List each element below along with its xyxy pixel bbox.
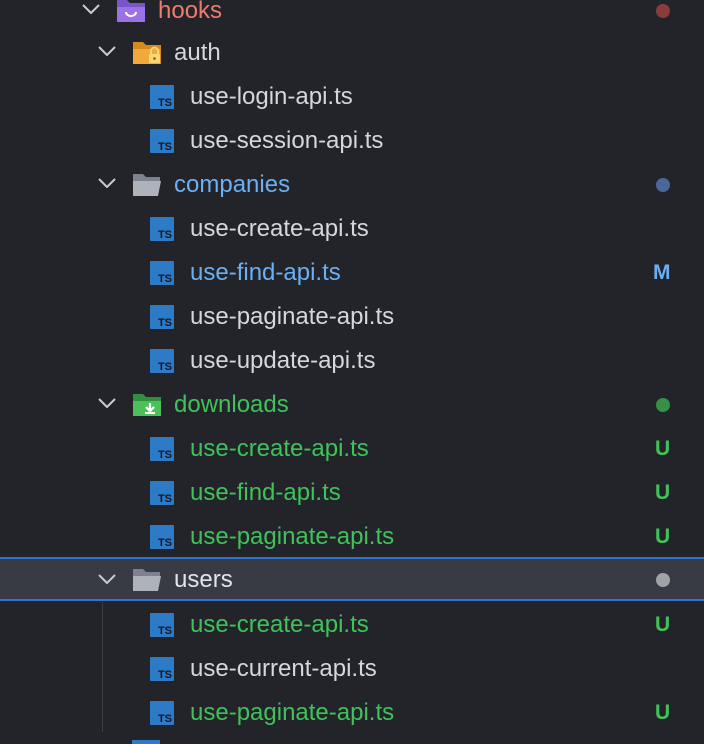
typescript-file-icon: TS — [150, 85, 174, 109]
folder-label-hooks: hooks — [158, 0, 223, 24]
git-status-dot — [656, 573, 670, 587]
download-folder-icon — [133, 394, 161, 416]
folder-label-companies: companies — [174, 171, 291, 198]
file-label: use-find-api.ts — [190, 479, 341, 506]
file-row[interactable]: TS use-create-api.ts U — [0, 427, 704, 471]
git-untracked-badge: U — [655, 701, 671, 724]
typescript-file-icon: TS — [150, 129, 174, 153]
file-label: use-create-api.ts — [190, 435, 369, 462]
file-row[interactable]: TS use-find-api.ts U — [0, 471, 704, 515]
git-modified-badge: M — [653, 261, 671, 284]
file-label: use-paginate-api.ts — [190, 699, 395, 726]
folder-row-companies[interactable]: companies — [0, 163, 704, 207]
hooks-folder-icon — [117, 0, 145, 22]
chevron-down-icon[interactable] — [98, 178, 116, 188]
typescript-file-icon: TS — [150, 217, 174, 241]
git-status-dot — [656, 4, 670, 18]
folder-label-users: users — [174, 566, 233, 593]
open-folder-icon — [133, 174, 161, 196]
git-status-dot — [656, 178, 670, 192]
typescript-file-icon: TS — [150, 701, 174, 725]
file-row[interactable]: TS use-paginate-api.ts U — [0, 515, 704, 559]
typescript-file-icon: TS — [150, 613, 174, 637]
git-untracked-badge: U — [655, 437, 671, 460]
chevron-down-icon[interactable] — [98, 46, 116, 56]
folder-row-downloads[interactable]: downloads — [0, 383, 704, 427]
typescript-file-icon: TS — [150, 437, 174, 461]
file-label: use-session-api.ts — [190, 127, 384, 154]
file-label: use-create-api.ts — [190, 611, 369, 638]
file-label: use-paginate-api.ts — [190, 303, 395, 330]
lock-folder-icon — [133, 42, 161, 64]
file-label: use-login-api.ts — [190, 83, 353, 110]
git-status-dot — [656, 398, 670, 412]
file-row[interactable]: TS use-create-api.ts — [0, 207, 704, 251]
git-untracked-badge: U — [655, 613, 671, 636]
file-label: use-create-api.ts — [190, 215, 369, 242]
file-row[interactable]: TS use-login-api.ts — [0, 75, 704, 119]
typescript-file-icon: TS — [150, 657, 174, 681]
file-row[interactable]: TS use-find-api.ts M — [0, 251, 704, 295]
file-row[interactable]: TS use-session-api.ts — [0, 119, 704, 163]
open-folder-icon — [133, 569, 161, 591]
chevron-down-icon[interactable] — [82, 4, 100, 14]
file-label: use-paginate-api.ts — [190, 523, 395, 550]
chevron-down-icon[interactable] — [98, 574, 116, 584]
folder-row-hooks[interactable]: hooks — [0, 0, 704, 33]
chevron-down-icon[interactable] — [98, 398, 116, 408]
git-untracked-badge: U — [655, 481, 671, 504]
file-row[interactable]: TS use-update-api.ts — [0, 339, 704, 383]
file-label: use-update-api.ts — [190, 347, 376, 374]
typescript-file-icon: TS — [150, 349, 174, 373]
file-row[interactable]: TS use-current-api.ts — [0, 647, 704, 691]
file-row[interactable]: TS use-create-api.ts U — [0, 603, 704, 647]
folder-label-downloads: downloads — [174, 391, 289, 418]
file-row[interactable]: TS use-paginate-api.ts — [0, 295, 704, 339]
typescript-file-icon — [132, 740, 160, 744]
typescript-file-icon: TS — [150, 305, 174, 329]
typescript-file-icon: TS — [150, 261, 174, 285]
folder-row-auth[interactable]: auth — [0, 31, 704, 75]
file-row[interactable]: TS use-paginate-api.ts U — [0, 691, 704, 735]
typescript-file-icon: TS — [150, 525, 174, 549]
typescript-file-icon: TS — [150, 481, 174, 505]
file-label: use-find-api.ts — [190, 259, 341, 286]
git-untracked-badge: U — [655, 525, 671, 548]
file-explorer-tree: hooks auth TS use-login-api.ts TS use-se… — [0, 0, 704, 744]
folder-row-users[interactable]: users — [0, 557, 704, 601]
folder-label-auth: auth — [174, 39, 221, 66]
file-label: use-current-api.ts — [190, 655, 377, 682]
